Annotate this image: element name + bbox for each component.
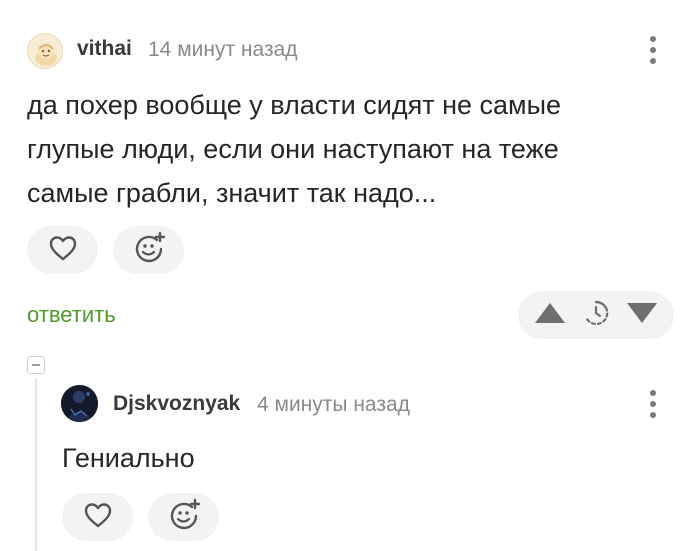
rating-block <box>518 291 674 339</box>
reply-text: Гениально <box>62 443 195 473</box>
comment-text: да похер вообще у власти сидят не самые … <box>27 90 562 208</box>
upvote-triangle-icon[interactable] <box>533 300 567 331</box>
thread-line <box>35 378 37 551</box>
reply-link[interactable]: ответить <box>27 302 116 328</box>
reply-timestamp: 4 минуты назад <box>257 393 410 416</box>
smiley-plus-icon <box>166 497 202 538</box>
heart-icon <box>48 234 78 267</box>
timer-icon <box>582 299 610 332</box>
like-button[interactable] <box>27 226 98 274</box>
comment-timestamp: 14 минут назад <box>148 38 298 61</box>
like-button[interactable] <box>62 493 133 541</box>
collapse-thread-button[interactable] <box>27 356 45 374</box>
avatar[interactable] <box>61 385 98 422</box>
add-reaction-button[interactable] <box>148 493 219 541</box>
comment-username[interactable]: vithai <box>77 37 132 61</box>
avatar[interactable] <box>27 33 63 69</box>
reply-username[interactable]: Djskvoznyak <box>113 392 240 416</box>
smiley-plus-icon <box>131 230 167 271</box>
heart-icon <box>83 501 113 534</box>
kebab-menu-icon[interactable] <box>649 36 657 64</box>
downvote-triangle-icon[interactable] <box>625 300 659 331</box>
add-reaction-button[interactable] <box>113 226 184 274</box>
kebab-menu-icon[interactable] <box>649 390 657 418</box>
